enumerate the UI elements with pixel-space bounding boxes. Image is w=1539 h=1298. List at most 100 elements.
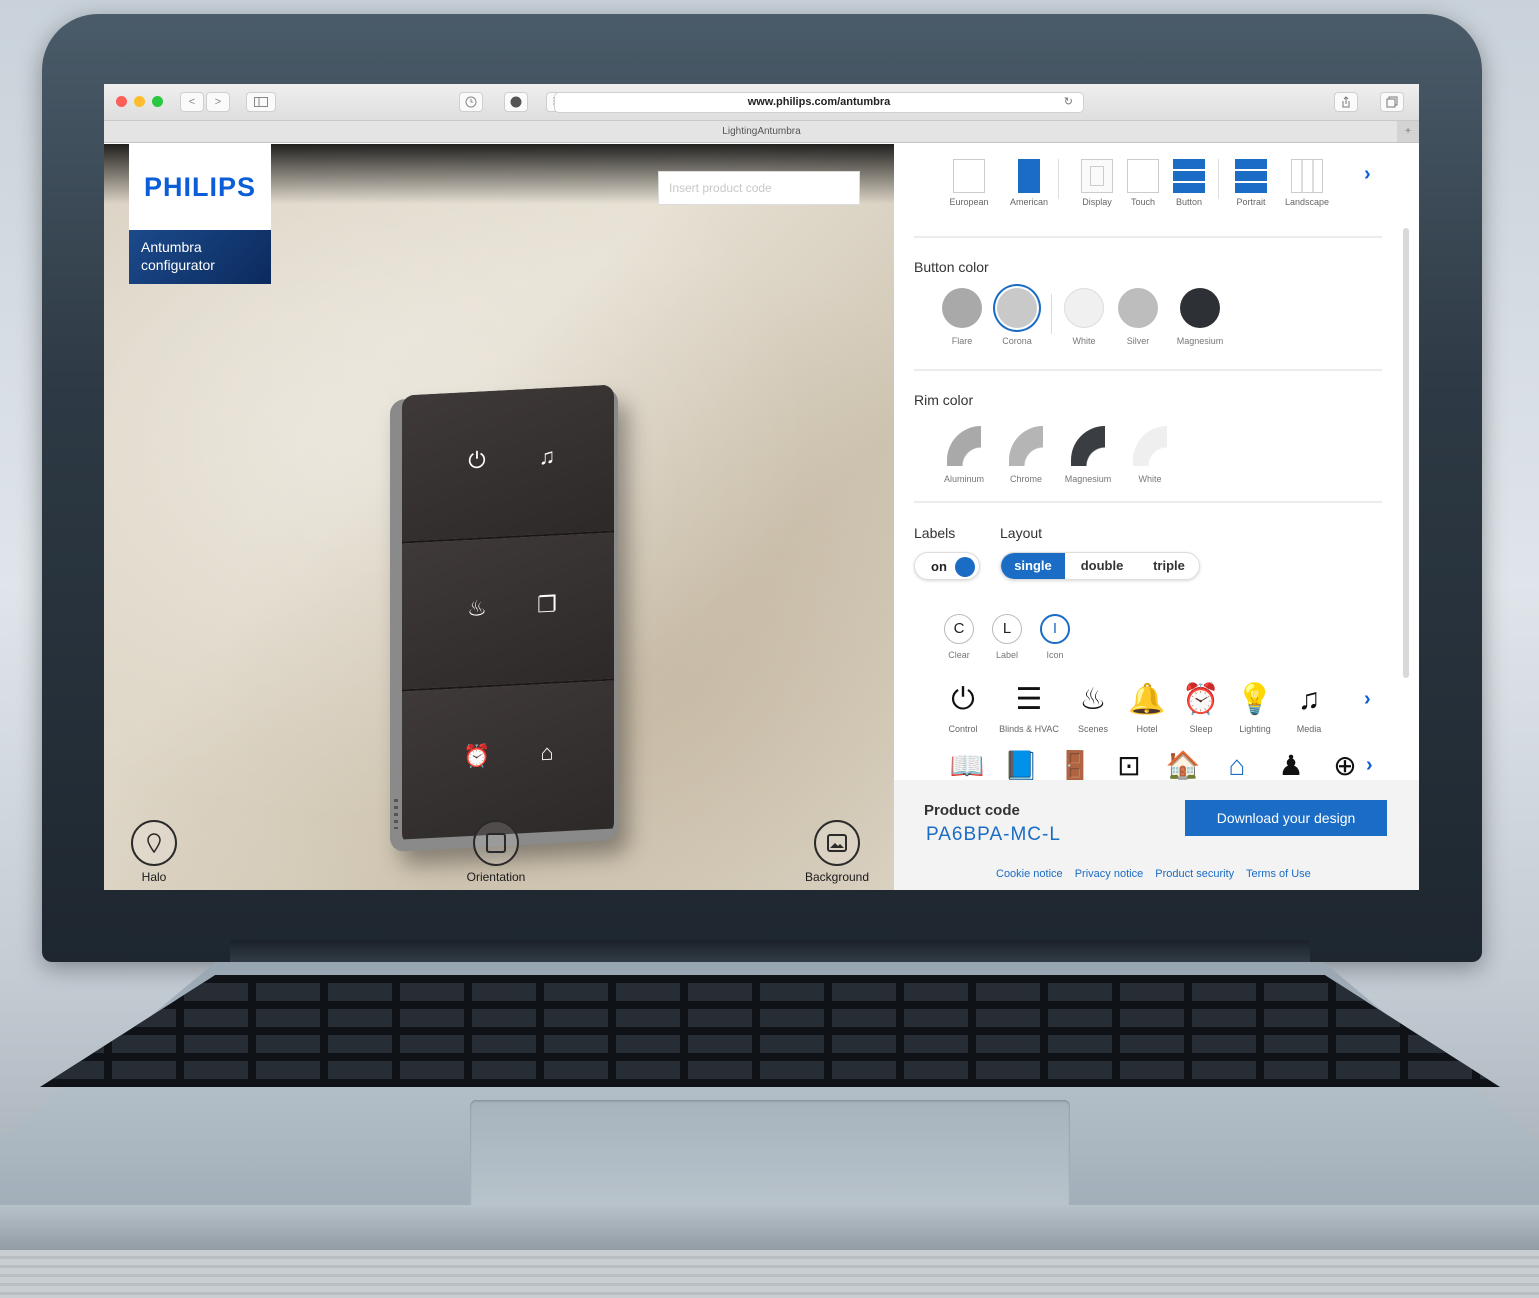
open-book-icon[interactable]: 📖 bbox=[940, 748, 994, 784]
chevron-right-icon[interactable]: › bbox=[1366, 754, 1373, 777]
background-control[interactable]: Background bbox=[787, 820, 887, 884]
door-open-icon[interactable]: ⊡ bbox=[1102, 748, 1156, 784]
halo-button[interactable] bbox=[131, 820, 177, 866]
key-row bbox=[40, 1061, 1500, 1079]
button-color-title: Button color bbox=[914, 259, 989, 275]
background-button[interactable] bbox=[814, 820, 860, 866]
category-label: Hotel bbox=[1136, 724, 1158, 734]
orientation-button[interactable] bbox=[473, 820, 519, 866]
option-display[interactable]: Display bbox=[1072, 159, 1122, 207]
mode-circle: C bbox=[944, 614, 974, 644]
american-icon bbox=[1018, 159, 1040, 193]
product-code-input[interactable] bbox=[658, 171, 860, 205]
icon-category-blinds[interactable]: ☰ Blinds & HVAC bbox=[998, 682, 1060, 734]
product-viewer[interactable]: PHILIPS Antumbra configurator ⏻ ♫ ♨ ❐ ⏰ … bbox=[104, 144, 894, 890]
icon-category-control[interactable]: ⏻ Control bbox=[932, 682, 994, 734]
footer-links: Cookie notice Privacy notice Product sec… bbox=[996, 868, 1320, 880]
mode-circle: L bbox=[992, 614, 1022, 644]
layout-selector: single double triple bbox=[1000, 552, 1200, 580]
swatch-circle bbox=[997, 288, 1037, 328]
rim-label: Chrome bbox=[1009, 474, 1042, 484]
zoom-window-button[interactable] bbox=[152, 96, 163, 107]
icon-category-hotel[interactable]: 🔔 Hotel bbox=[1116, 682, 1178, 734]
history-button[interactable] bbox=[459, 92, 483, 112]
chevron-right-icon[interactable]: › bbox=[1364, 688, 1371, 711]
option-portrait[interactable]: Portrait bbox=[1226, 159, 1276, 207]
swatch-label: Magnesium bbox=[1176, 336, 1224, 346]
rim-white[interactable]: White bbox=[1120, 426, 1180, 484]
mode-clear[interactable]: C Clear bbox=[934, 614, 984, 660]
chevron-right-icon[interactable]: › bbox=[1364, 163, 1371, 186]
icon-category-scenes[interactable]: ♨ Scenes bbox=[1062, 682, 1124, 734]
icon-category-sleep[interactable]: ⏰ Sleep bbox=[1170, 682, 1232, 734]
rim-chrome[interactable]: Chrome bbox=[996, 426, 1056, 484]
cookie-notice-link[interactable]: Cookie notice bbox=[996, 868, 1063, 880]
layout-triple[interactable]: triple bbox=[1139, 553, 1199, 579]
download-design-button[interactable]: Download your design bbox=[1185, 800, 1387, 836]
alarm-clock-icon: ⏰ bbox=[1182, 683, 1220, 716]
swatch-flare[interactable]: Flare bbox=[934, 288, 990, 346]
layout-double[interactable]: double bbox=[1067, 553, 1137, 579]
minimize-window-button[interactable] bbox=[134, 96, 145, 107]
mode-label[interactable]: L Label bbox=[982, 614, 1032, 660]
option-european[interactable]: European bbox=[944, 159, 994, 207]
labels-title: Labels bbox=[914, 525, 956, 541]
privacy-notice-link[interactable]: Privacy notice bbox=[1075, 868, 1143, 880]
tab-title[interactable]: LightingAntumbra bbox=[722, 126, 800, 137]
back-button[interactable]: < bbox=[180, 92, 204, 112]
option-touch[interactable]: Touch bbox=[1118, 159, 1168, 207]
house-icon[interactable]: 🏠 bbox=[1156, 748, 1210, 784]
option-american[interactable]: American bbox=[1004, 159, 1054, 207]
halo-control[interactable]: Halo bbox=[104, 820, 204, 884]
rim-magnesium[interactable]: Magnesium bbox=[1058, 426, 1118, 484]
option-label: Landscape bbox=[1284, 197, 1330, 207]
door-icon[interactable]: 🚪 bbox=[1048, 748, 1102, 784]
switch-button[interactable]: ♨ ❐ bbox=[402, 532, 614, 692]
closed-book-icon[interactable]: 📘 bbox=[994, 748, 1048, 784]
option-button[interactable]: Button bbox=[1164, 159, 1214, 207]
terms-of-use-link[interactable]: Terms of Use bbox=[1246, 868, 1311, 880]
section-divider bbox=[914, 369, 1382, 371]
share-button[interactable] bbox=[1334, 92, 1358, 112]
icon-category-lighting[interactable]: 💡 Lighting bbox=[1224, 682, 1286, 734]
scrollbar[interactable] bbox=[1403, 228, 1409, 678]
person-icon[interactable]: ♟ bbox=[1264, 748, 1318, 784]
layout-title: Layout bbox=[1000, 525, 1043, 541]
option-label: Touch bbox=[1130, 197, 1156, 207]
mode-label: Label bbox=[995, 650, 1019, 660]
button-layout-icon bbox=[1173, 159, 1205, 193]
bulb-plus-icon[interactable]: ⊕ bbox=[1318, 748, 1372, 784]
lamp-icon: 💡 bbox=[1236, 683, 1274, 716]
icon-category-media[interactable]: ♫ Media bbox=[1278, 682, 1340, 734]
swatch-label: Flare bbox=[951, 336, 973, 346]
home-selected-icon[interactable]: ⌂ bbox=[1210, 748, 1264, 784]
switch-button[interactable]: ⏻ ♫ bbox=[402, 384, 614, 544]
labels-toggle[interactable]: on bbox=[914, 552, 980, 580]
browser-toolbar: < > www.philips.com/antumbra ↻ bbox=[104, 84, 1419, 121]
swatch-silver[interactable]: Silver bbox=[1110, 288, 1166, 346]
rim-aluminum[interactable]: Aluminum bbox=[934, 426, 994, 484]
option-landscape[interactable]: Landscape bbox=[1282, 159, 1332, 207]
toggle-knob bbox=[955, 557, 975, 577]
tabs-button[interactable] bbox=[1380, 92, 1404, 112]
sidebar-icon bbox=[254, 97, 268, 107]
swatch-magnesium[interactable]: Magnesium bbox=[1172, 288, 1228, 346]
swatch-white[interactable]: White bbox=[1056, 288, 1112, 346]
sidebar-button[interactable] bbox=[246, 92, 276, 112]
product-security-link[interactable]: Product security bbox=[1155, 868, 1234, 880]
new-tab-button[interactable]: + bbox=[1397, 121, 1419, 142]
reload-icon[interactable]: ↻ bbox=[1064, 93, 1073, 112]
orientation-control[interactable]: Orientation bbox=[446, 820, 546, 884]
swatch-corona[interactable]: Corona bbox=[989, 288, 1045, 346]
extension-button[interactable] bbox=[504, 92, 528, 112]
swatch-label: White bbox=[1072, 336, 1096, 346]
music-icon: ♫ bbox=[1297, 683, 1321, 716]
address-bar[interactable]: www.philips.com/antumbra ↻ bbox=[554, 92, 1084, 113]
book-icon: ❐ bbox=[537, 591, 557, 618]
switch-button[interactable]: ⏰ ⌂ bbox=[402, 680, 614, 840]
forward-button[interactable]: > bbox=[206, 92, 230, 112]
category-label: Scenes bbox=[1077, 724, 1109, 734]
close-window-button[interactable] bbox=[116, 96, 127, 107]
layout-single[interactable]: single bbox=[1001, 553, 1065, 579]
mode-icon[interactable]: I Icon bbox=[1030, 614, 1080, 660]
